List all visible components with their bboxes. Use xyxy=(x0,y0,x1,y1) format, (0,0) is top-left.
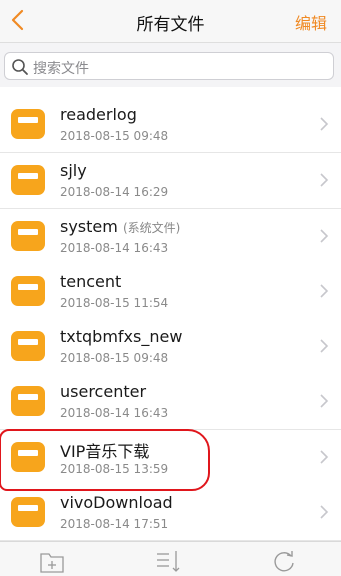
search-placeholder: 搜索文件 xyxy=(33,61,89,77)
bottom-toolbar xyxy=(0,541,341,576)
page-title: 所有文件 xyxy=(136,15,205,35)
file-name: readerlog xyxy=(60,105,137,124)
list-item[interactable]: txtqbmfxs_new 2018-08-15 09:48 xyxy=(0,319,341,375)
file-name: tencent xyxy=(60,272,122,291)
folder-icon xyxy=(11,331,45,361)
search-input[interactable]: 搜索文件 xyxy=(4,52,334,80)
search-bar: 搜索文件 xyxy=(0,43,341,87)
file-date: 2018-08-15 09:48 xyxy=(60,351,169,365)
list-item[interactable]: sjly 2018-08-14 16:29 xyxy=(0,153,341,209)
file-date: 2018-08-15 11:54 xyxy=(60,296,169,310)
file-date: 2018-08-14 16:43 xyxy=(60,406,169,420)
list-item[interactable]: tencent 2018-08-15 11:54 xyxy=(0,264,341,320)
file-name: txtqbmfxs_new xyxy=(60,327,183,346)
list-item[interactable]: VIP音乐下载 2018-08-15 13:59 xyxy=(0,430,341,486)
chevron-right-icon xyxy=(320,173,329,187)
list-item[interactable]: system (系统文件) 2018-08-14 16:43 xyxy=(0,209,341,265)
file-date: 2018-08-15 13:59 xyxy=(60,462,169,476)
folder-icon xyxy=(11,442,45,472)
file-list: readerlog 2018-08-15 09:48 sjly 2018-08-… xyxy=(0,87,341,541)
folder-icon xyxy=(11,497,45,527)
file-name: usercenter xyxy=(60,382,147,401)
file-name: VIP音乐下载 xyxy=(60,442,150,461)
chevron-right-icon xyxy=(320,394,329,408)
list-item[interactable]: usercenter 2018-08-14 16:43 xyxy=(0,374,341,430)
file-name: system (系统文件) xyxy=(60,217,180,236)
system-file-tag: (系统文件) xyxy=(122,221,181,235)
file-name-text: system xyxy=(60,217,118,236)
chevron-right-icon xyxy=(320,339,329,353)
search-icon xyxy=(12,59,28,75)
chevron-right-icon xyxy=(320,117,329,131)
file-name: vivoDownload xyxy=(60,493,173,512)
file-date: 2018-08-14 17:51 xyxy=(60,517,169,531)
chevron-right-icon xyxy=(320,229,329,243)
file-date: 2018-08-15 09:48 xyxy=(60,129,169,143)
folder-icon xyxy=(11,165,45,195)
file-name: sjly xyxy=(60,161,87,180)
folder-icon xyxy=(11,276,45,306)
sort-icon[interactable] xyxy=(154,548,182,574)
refresh-icon[interactable] xyxy=(270,548,298,574)
folder-icon xyxy=(11,221,45,251)
file-date: 2018-08-14 16:29 xyxy=(60,185,169,199)
file-date: 2018-08-14 16:43 xyxy=(60,241,169,255)
new-folder-icon[interactable] xyxy=(38,548,66,574)
folder-icon xyxy=(11,109,45,139)
chevron-right-icon xyxy=(320,505,329,519)
edit-button[interactable]: 编辑 xyxy=(295,10,327,34)
nav-bar: 所有文件 编辑 xyxy=(0,0,341,43)
list-item[interactable]: vivoDownload 2018-08-14 17:51 xyxy=(0,485,341,541)
folder-icon xyxy=(11,386,45,416)
chevron-right-icon xyxy=(320,284,329,298)
list-item[interactable]: readerlog 2018-08-15 09:48 xyxy=(0,97,341,153)
chevron-right-icon xyxy=(320,450,329,464)
